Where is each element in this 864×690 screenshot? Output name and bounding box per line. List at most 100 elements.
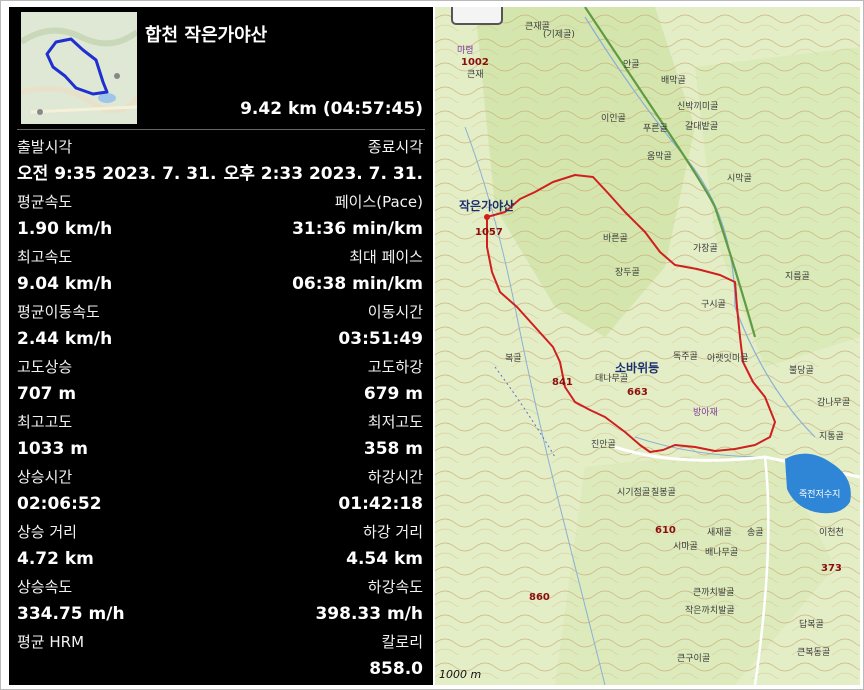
activity-summary: 9.42 km (04:57:45) bbox=[240, 99, 423, 119]
stat-value: 358 m bbox=[363, 439, 423, 459]
map-label-place: 대나무골 bbox=[595, 374, 629, 384]
map-label-elevation: 1057 bbox=[475, 227, 503, 238]
stat-value: 31:36 min/km bbox=[292, 219, 423, 239]
stat-label: 페이스(Pace) bbox=[334, 193, 423, 211]
map-label-peak: 작은가야산 bbox=[459, 199, 515, 213]
map-label-place: 배막골 bbox=[661, 76, 686, 86]
map-label-place: 큰재골 bbox=[525, 22, 550, 32]
stat-value: 01:42:18 bbox=[338, 494, 423, 514]
map-label-elevation: 841 bbox=[552, 377, 573, 388]
map-label-reservoir: 죽전저수지 bbox=[799, 490, 841, 500]
map-label-place: 가장골 bbox=[693, 244, 718, 254]
map-label-place: 안골 bbox=[623, 60, 640, 70]
map-label-place: 구시골 bbox=[701, 300, 726, 310]
map-label-place: 큰까치발골 bbox=[693, 588, 735, 598]
stat-value: 4.54 km bbox=[346, 549, 423, 569]
stat-value: 02:06:52 bbox=[17, 494, 102, 514]
map-label-place: 배나무골 bbox=[705, 548, 739, 558]
map-label-place: 이인골 bbox=[601, 114, 626, 124]
stat-value: 858.0 bbox=[369, 659, 423, 679]
stat-label: 평균 HRM bbox=[17, 633, 85, 651]
map-label-place: 푸른골 bbox=[643, 124, 668, 134]
map-label-place: 지름골 bbox=[785, 272, 810, 282]
map-label-place: 송골 bbox=[747, 528, 764, 538]
map-label-place: 아랫잇미골 bbox=[707, 354, 749, 364]
stat-value: 9.04 km/h bbox=[17, 274, 113, 294]
map-label-place: 시기점골 bbox=[617, 488, 651, 498]
stat-label: 평균이동속도 bbox=[17, 303, 100, 321]
screenshot-frame: 합천 작은가야산 9.42 km (04:57:45) 출발시각오전 9:35 … bbox=[0, 0, 864, 690]
stat-label: 최대 페이스 bbox=[349, 248, 423, 266]
stat-row-altitude: 최고고도 1033 m 최저고도 358 m bbox=[17, 412, 423, 464]
map-label-place: 시막골 bbox=[727, 174, 752, 184]
stat-label: 하강 거리 bbox=[363, 523, 423, 541]
map-label-place: 지통골 bbox=[819, 432, 844, 442]
map-label-place: 장두골 bbox=[615, 268, 640, 278]
stat-row-time: 상승시간 02:06:52 하강시간 01:42:18 bbox=[17, 467, 423, 519]
stat-row-start-end: 출발시각오전 9:35 2023. 7. 31. 종료시각오후 2:33 202… bbox=[17, 137, 423, 189]
map-label-place: 새재골 bbox=[707, 528, 732, 538]
map-control-button[interactable] bbox=[451, 7, 503, 25]
stat-label: 하강속도 bbox=[367, 578, 423, 596]
stat-label: 고도상승 bbox=[17, 358, 73, 376]
stat-label: 평균속도 bbox=[17, 193, 73, 211]
map-label-place: 답복골 bbox=[799, 620, 824, 630]
stat-label: 상승 거리 bbox=[17, 523, 77, 541]
stat-value: 1.90 km/h bbox=[17, 219, 113, 239]
stat-label: 이동시간 bbox=[367, 303, 423, 321]
map-label-place: 이천천 bbox=[819, 528, 844, 538]
stat-row-hrm-calories: 평균 HRM 칼로리 858.0 bbox=[17, 632, 423, 684]
stat-row-moving: 평균이동속도 2.44 km/h 이동시간 03:51:49 bbox=[17, 302, 423, 354]
map-canvas bbox=[435, 7, 860, 685]
stat-label: 상승시간 bbox=[17, 468, 73, 486]
stat-value: 4.72 km bbox=[17, 549, 94, 569]
stat-label: 하강시간 bbox=[367, 468, 423, 486]
stat-row-speed-pace: 평균속도 1.90 km/h 페이스(Pace) 31:36 min/km bbox=[17, 192, 423, 244]
map-label-place: 독주골 bbox=[673, 352, 698, 362]
stat-label: 최고고도 bbox=[17, 413, 73, 431]
stat-value: 오후 2:33 2023. 7. 31. bbox=[223, 164, 423, 184]
stat-value: 03:51:49 bbox=[338, 329, 423, 349]
stat-label: 최고속도 bbox=[17, 248, 73, 266]
stat-value: 1033 m bbox=[17, 439, 88, 459]
map-label-place: 복골 bbox=[505, 354, 522, 364]
topo-map[interactable]: 작은가야산 1057 소바위등 841 663 1002 610 860 373… bbox=[435, 7, 860, 685]
stat-label: 칼로리 bbox=[381, 633, 423, 651]
map-scale: 1000 m bbox=[439, 668, 482, 681]
map-label-place: 바른골 bbox=[603, 234, 628, 244]
map-label-place: 시마골 bbox=[673, 542, 698, 552]
map-label-place: 칠봉골 bbox=[651, 488, 676, 498]
map-label-place: 작은까치발골 bbox=[685, 606, 735, 616]
stat-value: 679 m bbox=[363, 384, 423, 404]
map-label-place: 갈대밭골 bbox=[685, 122, 719, 132]
map-label-place: 진안골 bbox=[591, 440, 616, 450]
stat-label: 최저고도 bbox=[367, 413, 423, 431]
stat-value: 06:38 min/km bbox=[292, 274, 423, 294]
stat-label: 출발시각 bbox=[17, 138, 73, 156]
activity-stats-panel: 합천 작은가야산 9.42 km (04:57:45) 출발시각오전 9:35 … bbox=[9, 7, 433, 685]
stat-value: 오전 9:35 2023. 7. 31. bbox=[17, 164, 217, 184]
map-label-elevation: 610 bbox=[655, 525, 676, 536]
stat-label: 상승속도 bbox=[17, 578, 73, 596]
map-label-elevation: 860 bbox=[529, 592, 550, 603]
stat-row-vertical-speed: 상승속도 334.75 m/h 하강속도 398.33 m/h bbox=[17, 577, 423, 629]
route-thumbnail[interactable] bbox=[21, 12, 137, 124]
map-label-place: 신박끼미골 bbox=[677, 102, 719, 112]
map-label-place: 불당골 bbox=[789, 366, 814, 376]
stat-value: 707 m bbox=[17, 384, 77, 404]
map-label-pass: 방아재 bbox=[693, 408, 718, 418]
stat-row-elevation-gain: 고도상승 707 m 고도하강 679 m bbox=[17, 357, 423, 409]
stat-label: 종료시각 bbox=[367, 138, 423, 156]
activity-title: 합천 작은가야산 bbox=[145, 25, 268, 46]
map-label-place: 큰복동골 bbox=[797, 648, 831, 658]
map-label-elevation: 373 bbox=[821, 563, 842, 574]
stat-value: 2.44 km/h bbox=[17, 329, 113, 349]
stat-value: 334.75 m/h bbox=[17, 604, 125, 624]
map-label-place: 마령 bbox=[457, 46, 474, 56]
stat-row-distance: 상승 거리 4.72 km 하강 거리 4.54 km bbox=[17, 522, 423, 574]
map-label-place: 움막골 bbox=[647, 152, 672, 162]
map-label-elevation: 663 bbox=[627, 387, 648, 398]
divider bbox=[17, 129, 425, 130]
stat-value: 398.33 m/h bbox=[315, 604, 423, 624]
map-label-place: 큰재 bbox=[467, 70, 484, 80]
